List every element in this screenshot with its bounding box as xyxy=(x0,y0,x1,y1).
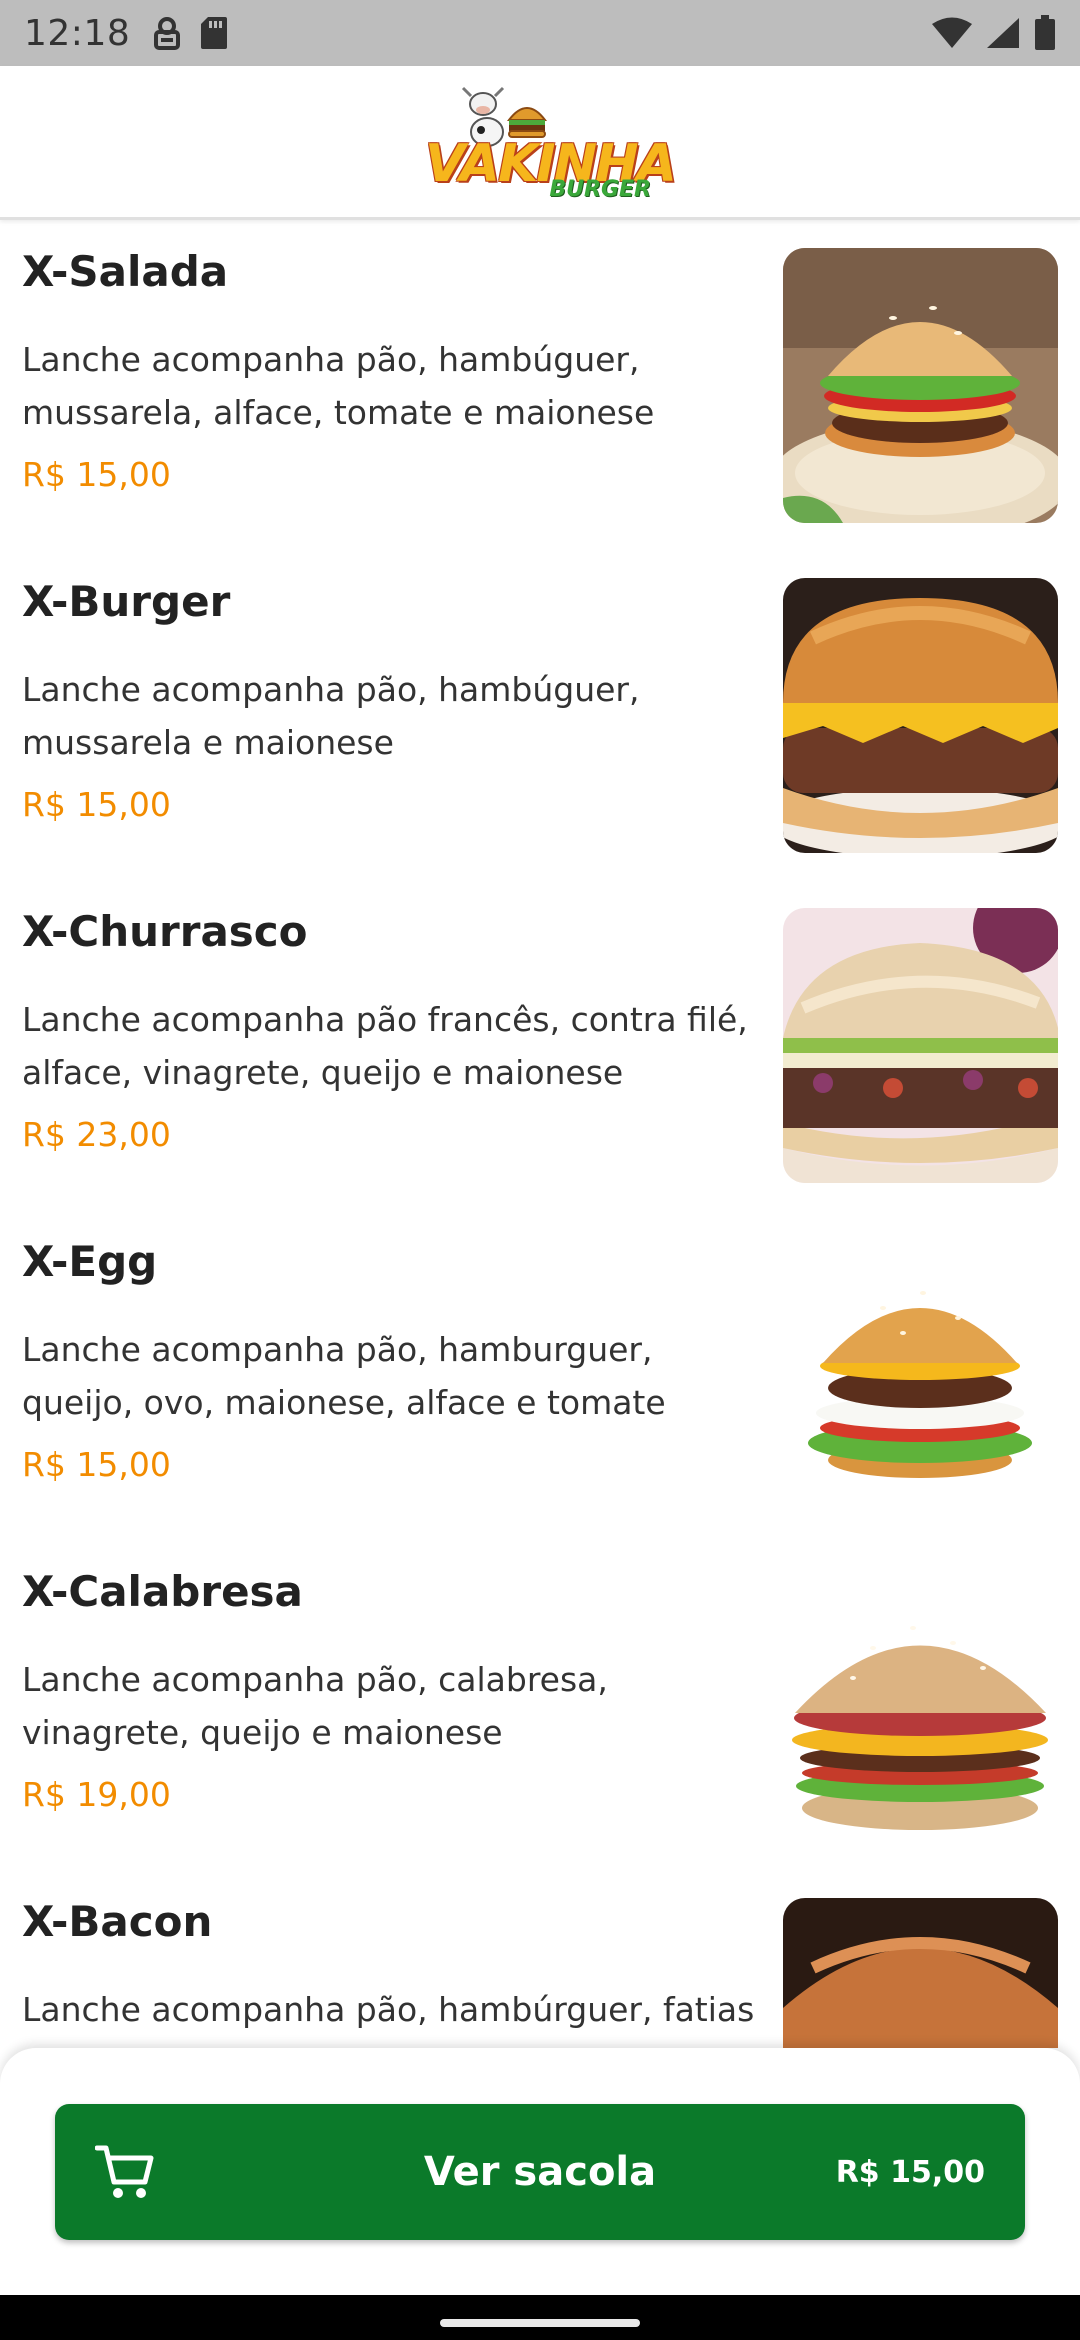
product-item[interactable]: X-Calabresa Lanche acompanha pão, calabr… xyxy=(0,1543,1080,1873)
battery-icon xyxy=(1035,15,1055,50)
product-item[interactable]: X-Burger Lanche acompanha pão, hambúguer… xyxy=(0,553,1080,883)
product-price: R$ 23,00 xyxy=(22,1115,171,1154)
product-description: Lanche acompanha pão, hamburguer, queijo… xyxy=(22,1330,666,1422)
burger-sausage-image xyxy=(783,1568,1058,1843)
product-name: X-Calabresa xyxy=(22,1567,303,1616)
product-price: R$ 15,00 xyxy=(22,455,171,494)
view-bag-button[interactable]: Ver sacola R$ 15,00 xyxy=(55,2104,1025,2240)
product-name: X-Bacon xyxy=(22,1897,213,1946)
burger-egg-image xyxy=(783,1238,1058,1513)
product-item[interactable]: X-Churrasco Lanche acompanha pão francês… xyxy=(0,883,1080,1213)
product-item[interactable]: X-Bacon Lanche acompanha pão, hambúrguer… xyxy=(0,1873,1080,2048)
system-nav-bar xyxy=(0,2295,1080,2340)
steak-sandwich-image xyxy=(783,908,1058,1183)
home-indicator[interactable] xyxy=(440,2319,640,2327)
bag-panel: Ver sacola R$ 15,00 xyxy=(0,2048,1080,2295)
status-time: 12:18 xyxy=(24,12,131,54)
burger-cheese-image xyxy=(783,578,1058,853)
product-item[interactable]: X-Salada Lanche acompanha pão, hambúguer… xyxy=(0,223,1080,553)
logo-subword: BURGER xyxy=(549,176,651,202)
product-name: X-Salada xyxy=(22,247,229,296)
product-description: Lanche acompanha pão, hambúguer, mussare… xyxy=(22,340,655,432)
product-price: R$ 15,00 xyxy=(22,1445,171,1484)
product-item[interactable]: X-Egg Lanche acompanha pão, hamburguer, … xyxy=(0,1213,1080,1543)
status-bar: 12:18 xyxy=(0,0,1080,66)
bag-total: R$ 15,00 xyxy=(835,2154,985,2190)
app-bar: VAKINHA BURGER xyxy=(0,66,1080,220)
product-description: Lanche acompanha pão, calabresa, vinagre… xyxy=(22,1660,608,1752)
cart-icon xyxy=(95,2145,154,2198)
product-name: X-Churrasco xyxy=(22,907,308,956)
product-name: X-Egg xyxy=(22,1237,158,1286)
product-price: R$ 19,00 xyxy=(22,1775,171,1814)
cellular-signal-icon xyxy=(987,18,1019,48)
vpn-key-icon xyxy=(154,17,181,50)
product-name: X-Burger xyxy=(22,577,231,626)
product-description: Lanche acompanha pão francês, contra fil… xyxy=(22,1000,748,1092)
burger-bacon-image xyxy=(783,1898,1058,2048)
burger-salad-image xyxy=(783,248,1058,523)
wifi-icon xyxy=(932,17,972,48)
sd-card-icon xyxy=(201,17,228,49)
vakinha-burger-logo: VAKINHA BURGER xyxy=(425,82,677,202)
status-left-icons xyxy=(152,16,228,50)
product-list[interactable]: X-Salada Lanche acompanha pão, hambúguer… xyxy=(0,223,1080,2048)
product-description: Lanche acompanha pão, hambúrguer, fatias xyxy=(22,1990,755,2029)
product-price: R$ 15,00 xyxy=(22,785,171,824)
product-description: Lanche acompanha pão, hambúguer, mussare… xyxy=(22,670,640,762)
status-right-icons xyxy=(932,15,1056,51)
